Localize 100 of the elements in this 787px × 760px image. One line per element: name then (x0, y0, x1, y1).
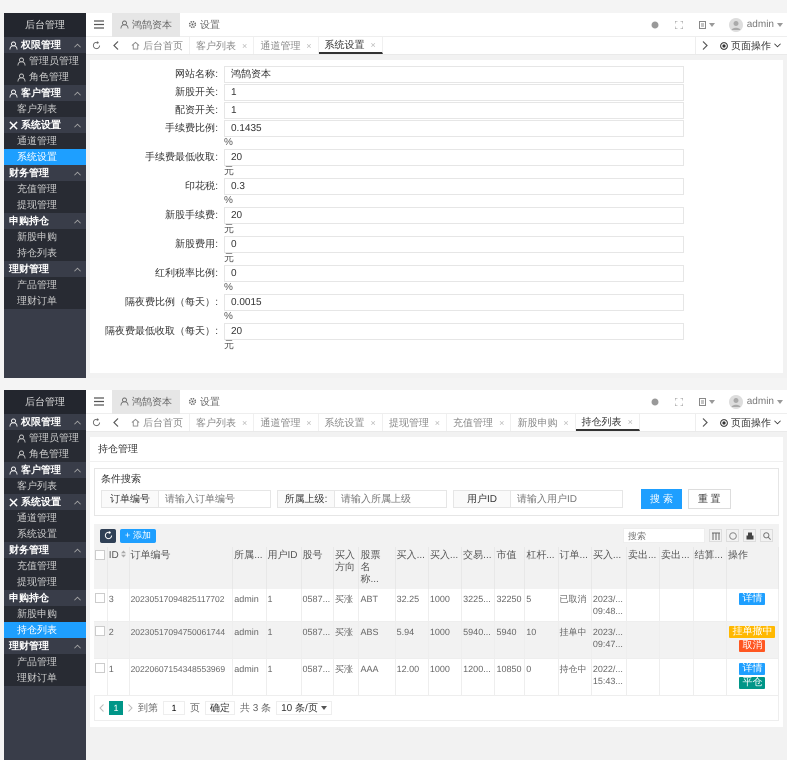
menu-item[interactable]: 系统设置 (4, 526, 86, 542)
confirm-button[interactable]: 确定 (205, 701, 235, 715)
menu-group[interactable]: 权限管理 (4, 37, 86, 53)
page-tab[interactable]: 通道管理 × (254, 414, 319, 431)
column-header[interactable]: 操作 (728, 550, 748, 562)
menu-item[interactable]: 新股申购 (4, 606, 86, 622)
avatar[interactable] (728, 18, 743, 32)
menu-item[interactable]: 提现管理 (4, 197, 86, 213)
page-button[interactable]: 1 (109, 701, 123, 715)
menu-item[interactable]: 产品管理 (4, 277, 86, 293)
columns-button[interactable] (709, 529, 722, 542)
sort-icon[interactable] (121, 550, 126, 558)
input-field[interactable]: 0.1435 (224, 120, 684, 137)
menu-item[interactable]: 角色管理 (4, 446, 86, 462)
input-field[interactable]: 20 (224, 207, 684, 224)
user-menu[interactable]: admin (746, 19, 783, 30)
page-tab[interactable]: 充值管理 × (447, 414, 512, 431)
page-tab[interactable]: 后台首页 (125, 414, 190, 431)
menu-item[interactable]: 充值管理 (4, 181, 86, 197)
table-cell: 12.00 (396, 664, 420, 674)
page-input[interactable]: 1 (163, 701, 185, 715)
menu-item[interactable]: 产品管理 (4, 654, 86, 670)
menu-group[interactable]: 理财管理 (4, 261, 86, 277)
column-header[interactable]: 股号 (302, 550, 323, 562)
menu-item[interactable]: 提现管理 (4, 574, 86, 590)
page-size-select[interactable]: 10 条/页 (276, 701, 332, 715)
avatar[interactable] (728, 394, 743, 408)
reset-button[interactable]: 重 置 (688, 489, 731, 509)
column-header[interactable]: 市值 (496, 550, 516, 562)
export-button[interactable] (726, 529, 739, 542)
menu-group[interactable]: 理财管理 (4, 638, 86, 654)
input-field[interactable]: 0 (224, 236, 684, 253)
page-tab[interactable]: 客户列表 × (190, 37, 254, 54)
input-field[interactable]: 0.0015 (224, 294, 684, 311)
print-button[interactable] (743, 529, 756, 542)
table-cell: 3225... (463, 594, 491, 604)
menu-item[interactable]: 角色管理 (4, 69, 86, 85)
menu-item[interactable]: 理财订单 (4, 293, 86, 309)
input-field[interactable]: 请输入用户ID (511, 490, 623, 508)
menu-item[interactable]: 客户列表 (4, 478, 86, 494)
input-field[interactable]: 0.3 (224, 178, 684, 195)
top-tab[interactable]: 设置 (180, 12, 228, 36)
menu-item[interactable]: 通道管理 (4, 133, 86, 149)
menu-item[interactable]: 充值管理 (4, 558, 86, 574)
refresh-icon (92, 418, 101, 427)
menu-group[interactable]: 财务管理 (4, 165, 86, 181)
menu-item[interactable]: 通道管理 (4, 510, 86, 526)
input-field[interactable]: 20 (224, 149, 684, 166)
menu-group[interactable]: 申购持仓 (4, 590, 86, 606)
table-cell: 1 (268, 594, 273, 604)
menu-item[interactable]: 持仓列表 (4, 245, 86, 261)
menu-item[interactable]: 新股申购 (4, 229, 86, 245)
search-button[interactable] (760, 529, 773, 542)
field-label: 新股费用: (174, 238, 218, 252)
input-field[interactable]: 1 (224, 84, 684, 101)
page-tab[interactable]: 客户列表 × (190, 414, 254, 431)
column-header[interactable]: 订单编号 (130, 550, 171, 562)
user-icon (9, 88, 18, 98)
menu-group[interactable]: 系统设置 (4, 494, 86, 510)
input-field[interactable]: 鸿鹄资本 (224, 66, 684, 83)
top-tab[interactable]: 鸿鹄资本 (112, 12, 180, 36)
page-tab[interactable]: 后台首页 (125, 37, 190, 54)
top-tab[interactable]: 鸿鹄资本 (112, 390, 180, 414)
input-field[interactable]: 20 (224, 323, 684, 340)
input-field[interactable]: 请输入所属上级 (335, 490, 447, 508)
input-field[interactable]: 0 (224, 265, 684, 282)
menu-group[interactable]: 系统设置 (4, 117, 86, 133)
page-tab[interactable]: 提现管理 × (382, 414, 448, 431)
input-field[interactable]: 1 (224, 102, 684, 119)
page-tab[interactable]: 系统设置 × (318, 414, 383, 431)
refresh-button[interactable] (100, 528, 116, 542)
top-tab[interactable]: 设置 (180, 390, 228, 414)
column-header[interactable]: ID (108, 550, 119, 562)
page-tab[interactable]: 系统设置 × (318, 37, 383, 54)
page-actions-button[interactable]: 页面操作 (714, 416, 787, 430)
input-field[interactable]: 请输入订单编号 (159, 490, 271, 508)
home-icon (131, 41, 140, 50)
checkbox[interactable] (95, 550, 105, 560)
menu-group[interactable]: 客户管理 (4, 85, 86, 101)
unit-label: 元 (224, 166, 234, 177)
action-button[interactable]: 平仓 (739, 677, 766, 689)
caret-icon (774, 420, 781, 425)
search-field[interactable]: 搜索 (623, 528, 705, 543)
menu-group[interactable]: 权限管理 (4, 414, 86, 430)
user-menu[interactable]: admin (746, 396, 783, 407)
page-tab[interactable]: 持仓列表 × (576, 414, 640, 431)
menu-item[interactable]: 客户列表 (4, 101, 86, 117)
page-actions-button[interactable]: 页面操作 (714, 38, 787, 52)
menu-group[interactable]: 财务管理 (4, 542, 86, 558)
refresh-icon (104, 531, 112, 540)
menu-group[interactable]: 客户管理 (4, 462, 86, 478)
checkbox[interactable] (95, 663, 105, 673)
menu-item[interactable]: 理财订单 (4, 670, 86, 686)
page-tab[interactable]: 通道管理 × (254, 37, 319, 54)
menu-item[interactable]: 管理员管理 (4, 53, 86, 69)
checkbox[interactable] (95, 626, 105, 636)
menu-item[interactable]: 管理员管理 (4, 430, 86, 446)
checkbox[interactable] (95, 593, 105, 603)
menu-group[interactable]: 申购持仓 (4, 213, 86, 229)
page-tab[interactable]: 新股申购 × (511, 414, 576, 431)
